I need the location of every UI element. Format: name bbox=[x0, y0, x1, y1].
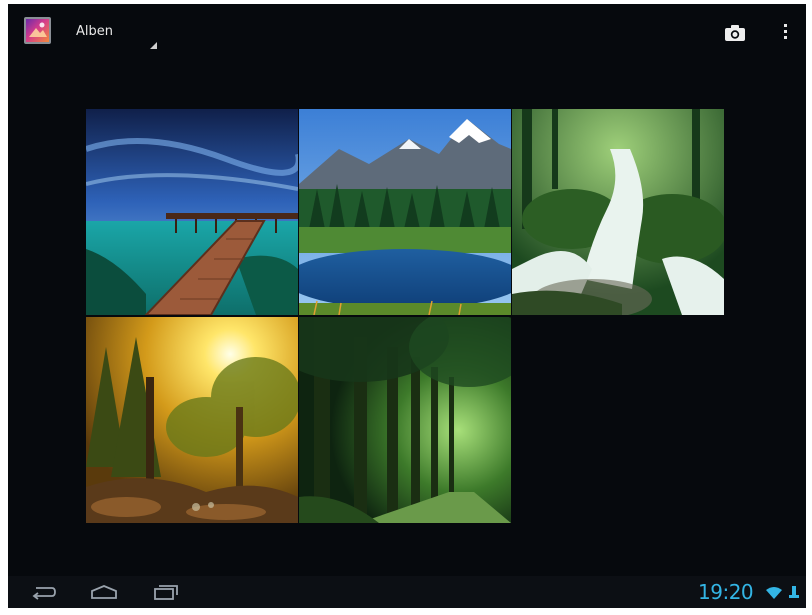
spinner-label: Alben bbox=[76, 24, 113, 39]
spinner-dropdown-icon bbox=[150, 42, 157, 49]
wifi-icon bbox=[766, 585, 782, 604]
status-clock: 19:20 bbox=[698, 580, 754, 604]
gallery-screen: Alben 19:20 bbox=[8, 4, 806, 608]
album-tile-forest-waterfall[interactable] bbox=[512, 109, 724, 315]
action-bar: Alben bbox=[8, 4, 806, 62]
gallery-app-icon[interactable] bbox=[24, 17, 51, 44]
recent-apps-icon[interactable] bbox=[153, 584, 179, 602]
album-tile-mountain-lake[interactable] bbox=[299, 109, 511, 315]
mountain-lake-image bbox=[299, 109, 511, 315]
ocean-pier-image bbox=[86, 109, 298, 315]
system-navigation-bar: 19:20 bbox=[8, 576, 806, 608]
album-spinner[interactable]: Alben bbox=[76, 24, 166, 54]
tree-alley-image bbox=[299, 317, 511, 523]
back-icon[interactable] bbox=[30, 584, 56, 602]
album-tile-tree-alley[interactable] bbox=[299, 317, 511, 523]
album-tile-ocean-pier[interactable] bbox=[86, 109, 298, 315]
overflow-menu-icon[interactable] bbox=[780, 24, 790, 46]
home-icon[interactable] bbox=[90, 584, 118, 602]
usb-debug-icon bbox=[788, 584, 800, 604]
sunlit-forest-image bbox=[86, 317, 298, 523]
camera-icon[interactable] bbox=[724, 24, 748, 46]
album-tile-sunlit-forest[interactable] bbox=[86, 317, 298, 523]
forest-waterfall-image bbox=[512, 109, 724, 315]
album-grid bbox=[86, 109, 724, 523]
